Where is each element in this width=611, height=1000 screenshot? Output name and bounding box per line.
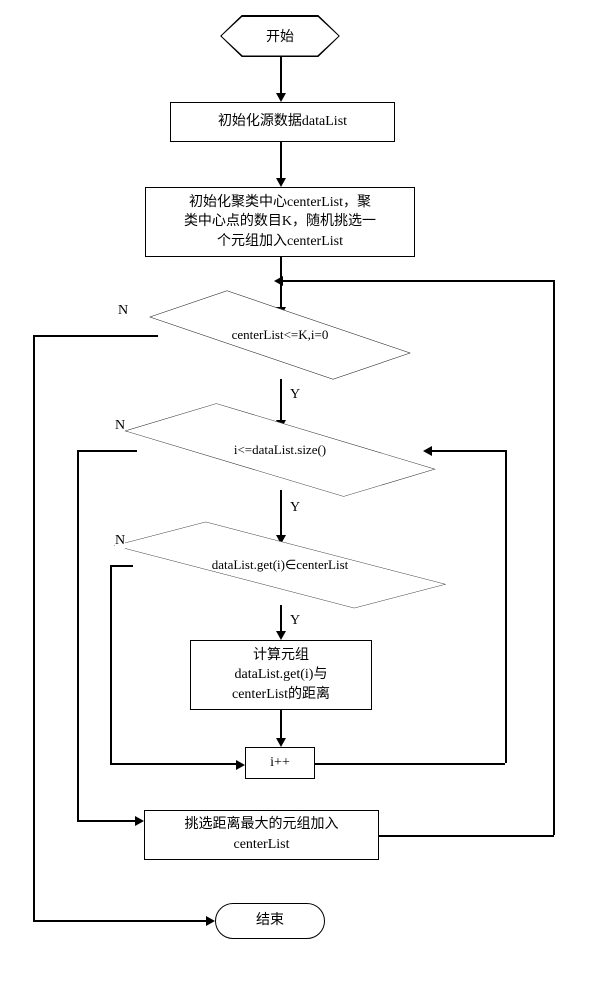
cond2-text: i<=dataList.size()	[234, 442, 326, 459]
cond1-text: centerList<=K,i=0	[232, 327, 329, 344]
calc-box: 计算元组 dataList.get(i)与 centerList的距离	[190, 640, 372, 710]
line	[505, 450, 507, 763]
cond3-text: dataList.get(i)∈centerList	[212, 557, 349, 574]
line	[33, 920, 208, 922]
start-terminal: 开始	[220, 15, 340, 57]
line	[77, 820, 137, 822]
yes-label-3: Y	[290, 613, 300, 629]
init-center-text: 初始化聚类中心centerList，聚 类中心点的数目K，随机挑选一 个元组加入…	[184, 193, 376, 252]
line	[110, 565, 133, 567]
calc-text: 计算元组 dataList.get(i)与 centerList的距离	[232, 646, 330, 705]
init-data-box: 初始化源数据dataList	[170, 102, 395, 142]
line	[430, 450, 505, 452]
arrow	[280, 605, 282, 633]
incr-box: i++	[245, 747, 315, 779]
arrowhead	[274, 276, 283, 286]
line	[33, 335, 35, 920]
arrowhead	[276, 738, 286, 747]
select-max-text: 挑选距离最大的元组加入 centerList	[185, 815, 339, 854]
cond1-diamond: centerList<=K,i=0	[150, 280, 410, 390]
no-label-1: N	[118, 303, 128, 319]
select-max-box: 挑选距离最大的元组加入 centerList	[144, 810, 379, 860]
arrow	[280, 57, 282, 95]
arrow	[280, 710, 282, 740]
arrowhead	[135, 816, 144, 826]
arrowhead	[206, 916, 215, 926]
line	[77, 450, 137, 452]
arrowhead	[423, 446, 432, 456]
line	[33, 335, 158, 337]
incr-text: i++	[270, 753, 290, 773]
line	[281, 280, 554, 282]
init-data-text: 初始化源数据dataList	[218, 112, 347, 132]
init-center-box: 初始化聚类中心centerList，聚 类中心点的数目K，随机挑选一 个元组加入…	[145, 187, 415, 257]
arrow	[280, 142, 282, 180]
line	[315, 763, 505, 765]
line	[379, 835, 554, 837]
arrowhead	[276, 631, 286, 640]
no-label-2: N	[115, 418, 125, 434]
arrowhead	[236, 760, 245, 770]
end-label: 结束	[256, 911, 284, 931]
line	[110, 763, 236, 765]
line	[77, 450, 79, 820]
line	[110, 565, 112, 763]
end-terminal: 结束	[215, 903, 325, 939]
arrowhead	[276, 93, 286, 102]
line	[553, 280, 555, 835]
no-label-3: N	[115, 533, 125, 549]
start-label: 开始	[266, 26, 294, 46]
arrowhead	[276, 178, 286, 187]
